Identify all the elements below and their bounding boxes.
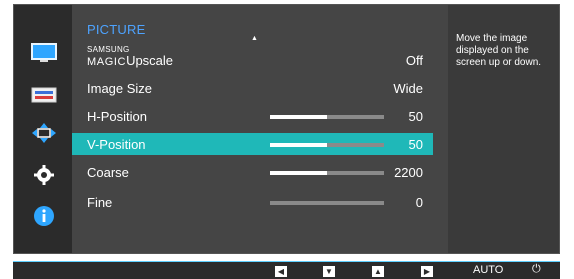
menu-item-fine[interactable]: Fine 0 bbox=[72, 191, 433, 213]
menu-item-label: V-Position bbox=[87, 137, 146, 152]
menu-item-v-position[interactable]: V-Position 50 bbox=[72, 133, 433, 155]
help-panel: Move the image displayed on the screen u… bbox=[448, 5, 559, 253]
right-button[interactable]: ▶ bbox=[421, 266, 433, 277]
button-guide-bar: ◀ ▼ ▲ ▶ AUTO ⏻ bbox=[13, 261, 560, 279]
menu-item-label: Image Size bbox=[87, 81, 153, 96]
menu-item-magic-upscale[interactable]: SAMSUNG MAGIC Upscale Off bbox=[72, 45, 433, 71]
help-text: Move the image displayed on the screen u… bbox=[456, 33, 542, 68]
slider-fill bbox=[270, 143, 327, 147]
h-position-slider[interactable] bbox=[270, 115, 384, 119]
osd-window: PICTURE ▲ SAMSUNG MAGIC Upscale Off Imag… bbox=[13, 4, 560, 254]
menu-item-label: Coarse bbox=[87, 165, 129, 180]
onscreen-display-icon[interactable] bbox=[30, 83, 58, 107]
slider-fill bbox=[270, 115, 327, 119]
picture-menu: PICTURE ▲ SAMSUNG MAGIC Upscale Off Imag… bbox=[72, 5, 455, 253]
picture-icon[interactable] bbox=[30, 41, 58, 65]
down-button[interactable]: ▼ bbox=[323, 266, 335, 277]
menu-item-value: 2200 bbox=[394, 165, 423, 180]
samsung-brand-text: SAMSUNG bbox=[87, 45, 130, 54]
auto-button[interactable]: AUTO bbox=[473, 263, 504, 276]
menu-item-h-position[interactable]: H-Position 50 bbox=[72, 105, 433, 127]
menu-title: PICTURE bbox=[87, 22, 146, 37]
menu-item-value: 50 bbox=[408, 109, 423, 124]
auto-label: AUTO bbox=[473, 263, 504, 276]
coarse-slider[interactable] bbox=[270, 171, 384, 175]
gear-icon[interactable] bbox=[30, 163, 58, 187]
up-button[interactable]: ▲ bbox=[372, 266, 384, 277]
left-button[interactable]: ◀ bbox=[275, 266, 287, 277]
fine-slider[interactable] bbox=[270, 201, 384, 205]
menu-item-value: Off bbox=[405, 53, 423, 68]
menu-item-value: Wide bbox=[393, 81, 423, 96]
left-arrow-icon: ◀ bbox=[275, 266, 287, 277]
slider-fill bbox=[270, 171, 327, 175]
up-arrow-icon: ▲ bbox=[372, 266, 384, 277]
menu-item-coarse[interactable]: Coarse 2200 bbox=[72, 161, 433, 183]
power-icon: ⏻ bbox=[532, 261, 541, 275]
position-arrows-icon[interactable] bbox=[30, 121, 58, 145]
menu-item-value: 50 bbox=[408, 137, 423, 152]
power-button[interactable]: ⏻ bbox=[532, 261, 541, 275]
menu-item-label: H-Position bbox=[87, 109, 147, 124]
magic-brand-text: MAGIC bbox=[87, 56, 127, 68]
menu-item-label: SAMSUNG MAGIC Upscale bbox=[87, 45, 174, 68]
upscale-label: Upscale bbox=[126, 53, 174, 68]
menu-item-label: Fine bbox=[87, 195, 113, 210]
menu-item-value: 0 bbox=[415, 195, 423, 210]
scroll-up-icon: ▲ bbox=[251, 35, 258, 42]
info-icon[interactable] bbox=[30, 204, 58, 228]
menu-item-image-size[interactable]: Image Size Wide bbox=[72, 77, 433, 99]
down-arrow-icon: ▼ bbox=[323, 266, 335, 277]
v-position-slider[interactable] bbox=[270, 143, 384, 147]
right-arrow-icon: ▶ bbox=[421, 266, 433, 277]
sidebar bbox=[14, 5, 72, 253]
